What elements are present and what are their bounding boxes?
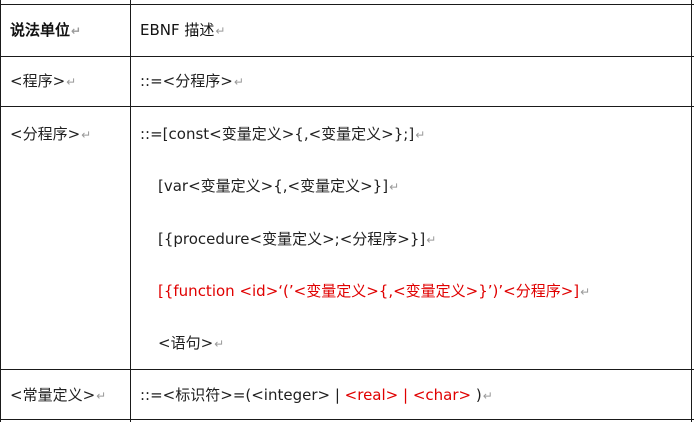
paragraph-mark-icon: ↵: [415, 128, 426, 142]
row-subprogram-rule-line-1: ::=[const<变量定义>{,<变量定义>};]↵: [140, 123, 425, 145]
unit-label: <程序>: [10, 72, 66, 90]
paragraph-mark-icon: ↵: [96, 389, 107, 403]
row-program-rule: ::=<分程序>↵: [140, 70, 244, 92]
table-row-divider: [0, 106, 694, 107]
table-row-divider: [0, 419, 694, 420]
row-const-def-unit: <常量定义>↵: [10, 384, 106, 406]
header-ebnf-cell: EBNF 描述↵: [140, 19, 225, 41]
rule-line-highlight: [{function <id>‘(’<变量定义>{,<变量定义>}’)’<分程序…: [158, 282, 580, 300]
header-unit-label: 说法单位: [10, 21, 71, 39]
row-subprogram-rule-line-2: [var<变量定义>{,<变量定义>}]↵: [158, 175, 399, 197]
table-border-right: [691, 0, 692, 422]
paragraph-mark-icon: ↵: [580, 285, 591, 299]
row-program-unit: <程序>↵: [10, 70, 76, 92]
row-subprogram-rule-line-3: [{procedure<变量定义>;<分程序>}]↵: [158, 228, 436, 250]
rule-separator: |: [398, 386, 413, 404]
header-ebnf-label: EBNF 描述: [140, 21, 215, 39]
row-subprogram-rule-line-4: [{function <id>‘(’<变量定义>{,<变量定义>}’)’<分程序…: [158, 280, 590, 302]
rule-line: [var<变量定义>{,<变量定义>}]: [158, 177, 389, 195]
table-column-divider: [130, 0, 131, 422]
table-border-left: [0, 0, 1, 422]
row-subprogram-rule-line-5: <语句>↵: [158, 332, 224, 354]
rule-line: <语句>: [158, 334, 214, 352]
unit-label: <分程序>: [10, 125, 81, 143]
table-row-divider: [0, 369, 694, 370]
rule-suffix: ): [471, 386, 482, 404]
table-row-divider: [0, 56, 694, 57]
paragraph-mark-icon: ↵: [389, 180, 400, 194]
paragraph-mark-icon: ↵: [233, 75, 244, 89]
paragraph-mark-icon: ↵: [215, 24, 226, 38]
paragraph-mark-icon: ↵: [71, 24, 82, 38]
rule-prefix: ::=<标识符>=(<integer> |: [140, 386, 345, 404]
paragraph-mark-icon: ↵: [214, 337, 225, 351]
row-subprogram-unit: <分程序>↵: [10, 123, 91, 145]
rule-line: [{procedure<变量定义>;<分程序>}]: [158, 230, 426, 248]
rule-char-token: <char>: [412, 386, 472, 404]
rule-line: ::=[const<变量定义>{,<变量定义>};]: [140, 125, 415, 143]
header-unit-cell: 说法单位↵: [10, 19, 81, 41]
paragraph-mark-icon: ↵: [482, 389, 493, 403]
paragraph-mark-icon: ↵: [66, 75, 77, 89]
row-const-def-rule: ::=<标识符>=(<integer> | <real> | <char> )↵: [140, 384, 493, 406]
paragraph-mark-icon: ↵: [426, 233, 437, 247]
unit-label: <常量定义>: [10, 386, 96, 404]
rule-line: ::=<分程序>: [140, 72, 233, 90]
grammar-table: 说法单位↵ EBNF 描述↵ <程序>↵ ::=<分程序>↵ <分程序>↵ ::…: [0, 0, 694, 422]
table-border-top: [0, 4, 694, 5]
rule-real-token: <real>: [344, 386, 399, 404]
paragraph-mark-icon: ↵: [81, 128, 92, 142]
